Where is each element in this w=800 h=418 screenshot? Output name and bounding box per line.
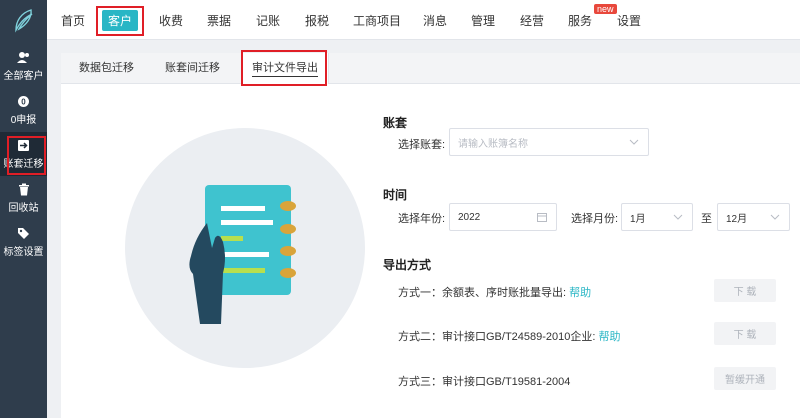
sidebar-item-account-migrate[interactable]: 账套迁移 [0,132,47,176]
sidebar-item-zero-declare[interactable]: 0 0申报 [0,88,47,132]
month-to-select[interactable]: 12月 [717,203,790,231]
sidebar-item-label: 标签设置 [3,247,44,258]
tab-account-migrate[interactable]: 账套间迁移 [165,53,220,84]
month-from-select[interactable]: 1月 [621,203,693,231]
month-to-value: 12月 [726,213,748,225]
export-method-1: 方式一：余额表、序时账批量导出: 帮助 [398,284,591,300]
nav-bills[interactable]: 票据 [207,12,231,29]
nav-fees[interactable]: 收费 [159,12,183,29]
sidebar-item-all-customers[interactable]: 全部客户 [0,44,47,88]
year-label: 选择年份: [398,213,446,225]
trash-icon [17,182,31,196]
svg-text:0: 0 [21,97,26,106]
sidebar-item-tag-settings[interactable]: 标签设置 [0,220,47,264]
tab-data-package-migrate[interactable]: 数据包迁移 [79,53,134,84]
download-button-1[interactable]: 下 载 [714,279,776,302]
export-section-title: 导出方式 [383,258,432,272]
nav-home[interactable]: 首页 [61,12,85,29]
sidebar-item-label: 全部客户 [3,71,44,82]
method-2-text: 方式二：审计接口GB/T24589-2010企业: [398,331,596,343]
calendar-icon [536,211,548,223]
tab-audit-export[interactable]: 审计文件导出 [241,53,329,84]
export-method-2: 方式二：审计接口GB/T24589-2010企业: 帮助 [398,328,621,344]
account-select[interactable]: 请输入账簿名称 [449,128,649,156]
main-content: 数据包迁移 账套间迁移 审计文件导出 账套 选择账套: 请输入账簿名称 时间 选… [61,53,800,418]
nav-bookkeeping[interactable]: 记账 [256,12,280,29]
account-placeholder: 请输入账簿名称 [458,138,528,150]
tab-label: 审计文件导出 [252,62,318,77]
nav-tax[interactable]: 报税 [305,12,329,29]
tag-icon [17,226,31,240]
to-label: 至 [701,213,712,225]
notebook-illustration [125,128,365,368]
account-section-title: 账套 [383,116,408,130]
export-method-3: 方式三：审计接口GB/T19581-2004 [398,376,571,388]
chevron-down-icon [628,136,640,148]
sidebar-item-label: 回收站 [8,203,39,214]
nav-management[interactable]: 管理 [471,12,495,29]
tab-bar: 数据包迁移 账套间迁移 审计文件导出 [61,53,800,84]
time-section-title: 时间 [383,188,408,202]
sidebar: 全部客户 0 0申报 账套迁移 回收站 标签设置 [0,0,47,418]
year-picker[interactable]: 2022 [449,203,557,231]
nav-operations[interactable]: 经营 [520,12,544,29]
download-button-2[interactable]: 下 载 [714,322,776,345]
logo[interactable] [0,0,47,40]
top-nav: 首页 客户 收费 票据 记账 报税 工商项目 消息 管理 经营 服务 new 设… [47,0,800,40]
month-label: 选择月份: [571,213,619,225]
chevron-down-icon [672,211,684,223]
year-value: 2022 [458,211,481,223]
coming-soon-button[interactable]: 暂缓开通 [714,367,776,390]
sidebar-item-recycle[interactable]: 回收站 [0,176,47,220]
nav-services[interactable]: 服务 [568,12,592,29]
nav-settings[interactable]: 设置 [617,12,641,29]
method-1-text: 方式一：余额表、序时账批量导出: [398,287,567,299]
chevron-down-icon [769,211,781,223]
new-badge: new [594,4,617,14]
user-icon [17,50,31,64]
zero-icon: 0 [17,94,31,108]
feather-logo-icon [14,9,32,33]
nav-messages[interactable]: 消息 [423,12,447,29]
sidebar-item-label: 账套迁移 [3,159,44,170]
nav-customers[interactable]: 客户 [102,10,139,31]
migrate-icon [17,138,31,152]
month-from-value: 1月 [630,213,646,225]
help-link-2[interactable]: 帮助 [599,331,621,343]
sidebar-item-label: 0申报 [10,115,37,126]
nav-business-projects[interactable]: 工商项目 [353,12,401,29]
help-link-1[interactable]: 帮助 [569,287,591,299]
account-label: 选择账套: [398,139,446,151]
